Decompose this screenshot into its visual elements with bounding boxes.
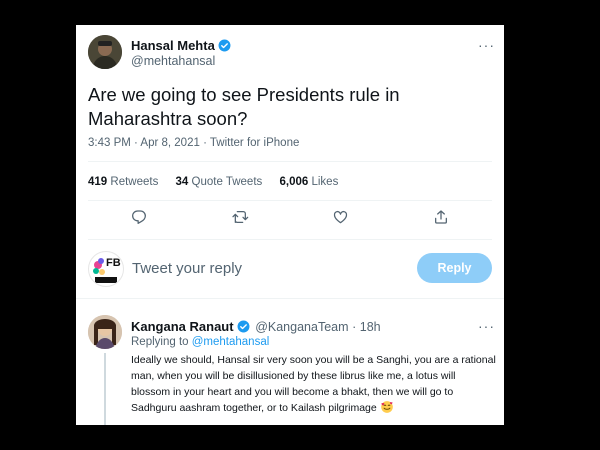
replying-to-prefix: Replying to [131,336,189,348]
verified-badge-icon [237,320,250,333]
reply-text-body: Ideally we should, Hansal sir very soon … [131,354,496,414]
verified-badge-icon [218,39,231,52]
like-action-icon[interactable] [332,209,349,225]
likes-count: 6,006 [279,176,309,188]
author-name-text: Hansal Mehta [131,38,215,53]
divider [88,239,492,240]
reply-more-options-icon[interactable]: ··· [478,318,495,334]
divider [88,161,492,162]
section-separator [76,298,504,299]
reply-time[interactable]: · 18h [352,320,381,334]
current-user-avatar-label: FB [106,257,121,269]
replying-to: Replying to @mehtahansal [131,336,269,348]
likes-stat[interactable]: 6,006 Likes [279,176,338,188]
author-name[interactable]: Hansal Mehta [131,38,231,53]
author-handle[interactable]: @mehtahansal [131,54,215,68]
tweet-timestamp[interactable]: 3:43 PM · Apr 8, 2021 · Twitter for iPho… [88,137,299,149]
reply-action-icon[interactable] [131,209,147,225]
quotes-stat[interactable]: 34 Quote Tweets [176,176,263,188]
retweet-action-icon[interactable] [231,209,249,225]
reply-author-handle[interactable]: @KanganaTeam [255,320,348,334]
reply-author-name[interactable]: Kangana Ranaut [131,319,234,334]
thread-line [104,353,106,425]
likes-label: Likes [311,176,339,188]
tweet-text: Are we going to see Presidents rule in M… [88,84,400,129]
retweets-label: Retweets [110,176,159,188]
smiling-face-with-hearts-icon [380,400,394,419]
divider [88,200,492,201]
author-avatar[interactable] [88,35,122,69]
share-action-icon[interactable] [433,209,449,225]
retweets-stat[interactable]: 419 Retweets [88,176,158,188]
more-options-icon[interactable]: ··· [478,37,495,53]
tweet-stats: 419 Retweets 34 Quote Tweets 6,006 Likes [88,176,352,188]
retweets-count: 419 [88,176,108,188]
tweet-detail-frame: Hansal Mehta @mehtahansal ··· Are we goi… [76,25,504,425]
reply-button[interactable]: Reply [417,253,492,283]
reply-author-header: Kangana Ranaut @KanganaTeam · 18h [131,319,381,334]
quotes-label: Quote Tweets [191,176,263,188]
quotes-count: 34 [175,176,189,188]
reply-input[interactable]: Tweet your reply [132,260,392,277]
replying-to-link[interactable]: @mehtahansal [192,336,270,348]
reply-author-avatar[interactable] [88,315,122,349]
reply-text: Ideally we should, Hansal sir very soon … [131,352,496,419]
